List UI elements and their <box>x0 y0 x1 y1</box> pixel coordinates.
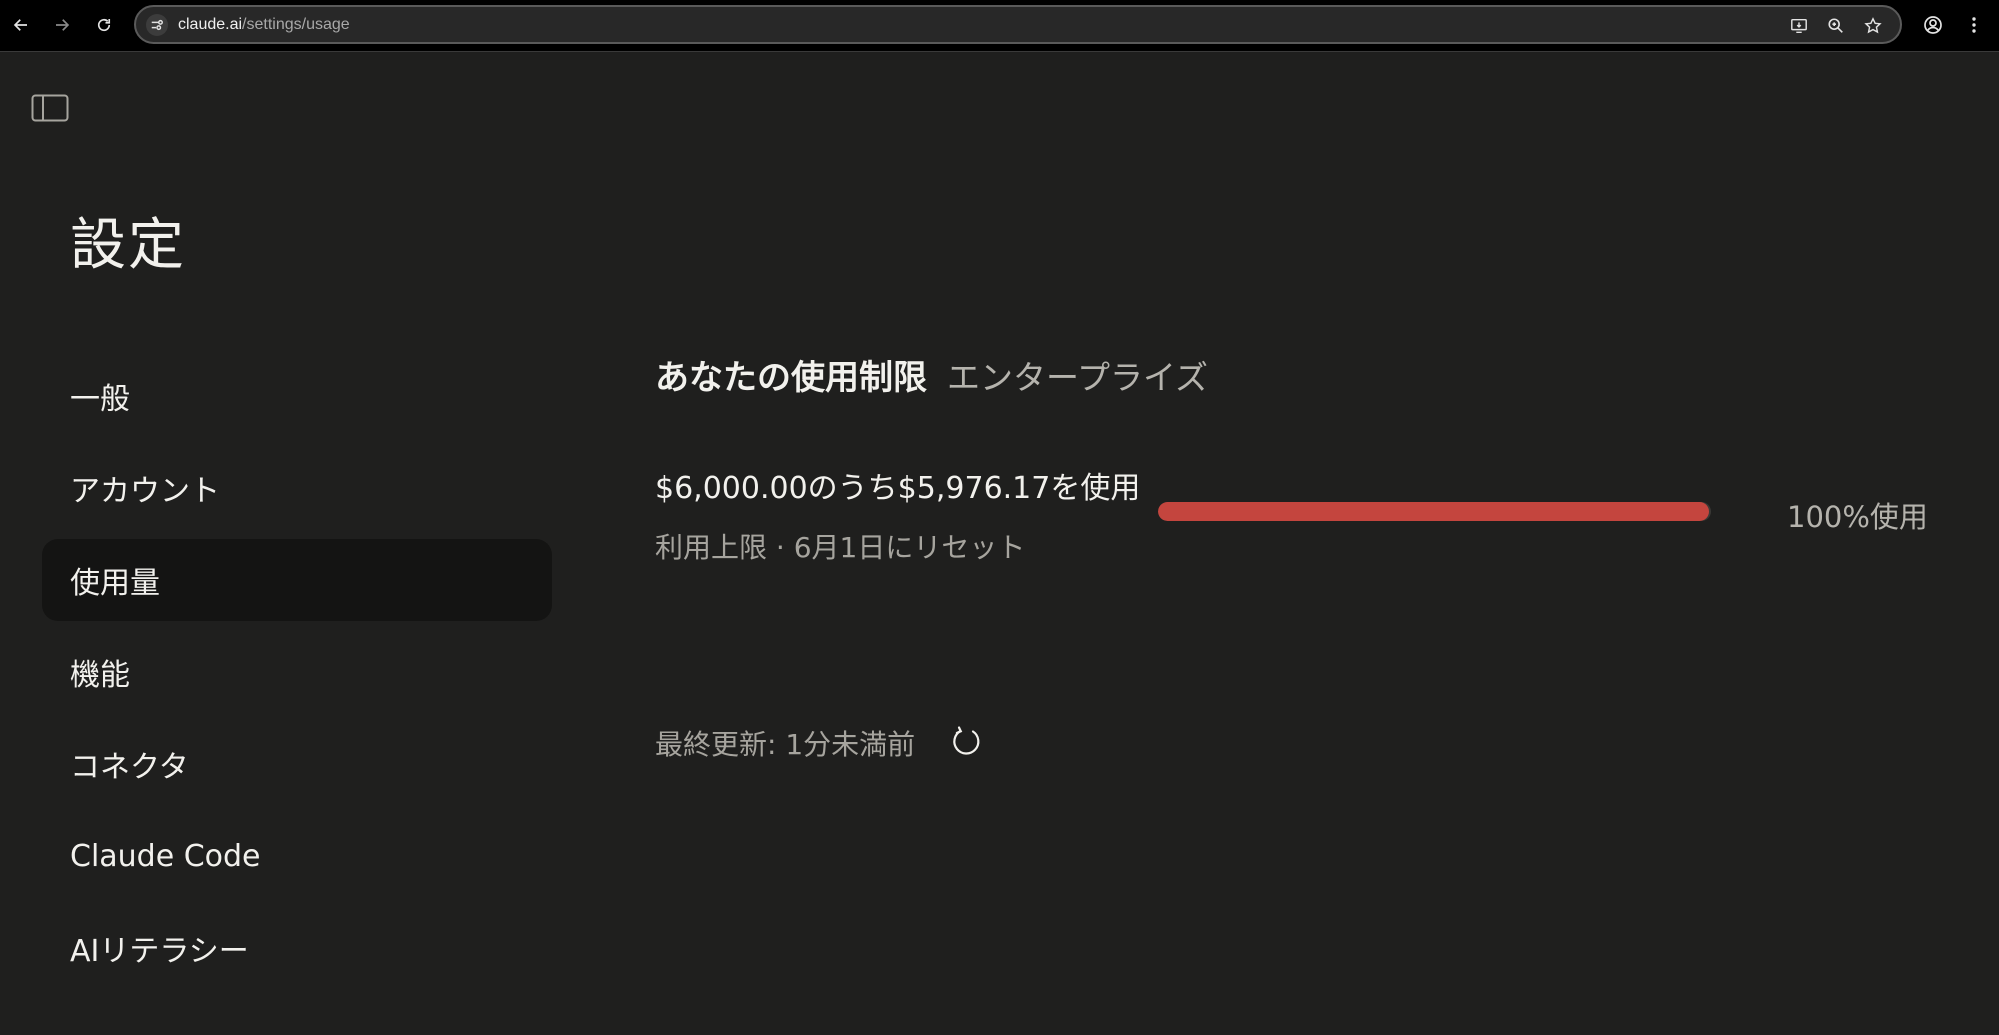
bookmark-star-icon[interactable] <box>1862 15 1884 37</box>
usage-reset-info: 利用上限 · 6月1日にリセット <box>655 531 1026 564</box>
nav-item-account[interactable]: アカウント <box>42 447 552 529</box>
nav-item-general[interactable]: 一般 <box>42 355 552 437</box>
nav-item-label: AIリテラシー <box>70 934 249 969</box>
usage-amount: $6,000.00のうち$5,976.17を使用 <box>655 471 1141 506</box>
nav-item-label: アカウント <box>70 474 220 509</box>
usage-progress-bar <box>1158 502 1711 521</box>
address-bar[interactable]: claude.ai/settings/usage <box>134 5 1902 44</box>
usage-header: あなたの使用制限 エンタープライズ <box>655 350 1208 399</box>
plan-label: エンタープライズ <box>947 358 1209 397</box>
reload-icon[interactable] <box>91 12 117 38</box>
usage-progress-fill <box>1158 502 1709 521</box>
nav-item-ai-literacy[interactable]: AIリテラシー <box>42 907 552 989</box>
back-icon[interactable] <box>8 12 34 38</box>
nav-item-label: コネクタ <box>70 750 189 785</box>
usage-percent: 100%使用 <box>1787 500 1928 534</box>
profile-icon[interactable] <box>1920 12 1946 38</box>
nav-item-connectors[interactable]: コネクタ <box>42 723 552 805</box>
last-updated-text: 最終更新: 1分未満前 <box>655 728 916 761</box>
nav-item-usage[interactable]: 使用量 <box>42 539 552 621</box>
nav-item-label: 一般 <box>70 382 130 417</box>
zoom-icon[interactable] <box>1825 15 1847 37</box>
nav-item-label: 機能 <box>70 658 130 693</box>
nav-item-claude-code[interactable]: Claude Code <box>42 815 552 897</box>
nav-item-label: Claude Code <box>70 838 261 874</box>
nav-item-features[interactable]: 機能 <box>42 631 552 713</box>
forward-icon[interactable] <box>49 12 75 38</box>
site-info-icon[interactable] <box>146 14 168 36</box>
install-app-icon[interactable] <box>1788 15 1810 37</box>
sidebar-toggle-icon[interactable] <box>30 92 70 124</box>
settings-nav: 一般 アカウント 使用量 機能 コネクタ Claude Code AIリテラシー <box>42 355 552 999</box>
page-title: 設定 <box>70 213 186 278</box>
usage-title: あなたの使用制限 <box>655 358 927 398</box>
menu-icon[interactable] <box>1961 12 1987 38</box>
refresh-icon[interactable] <box>948 722 986 760</box>
browser-toolbar: claude.ai/settings/usage <box>0 0 1999 52</box>
nav-item-label: 使用量 <box>70 566 160 601</box>
url-text[interactable]: claude.ai/settings/usage <box>178 16 350 34</box>
